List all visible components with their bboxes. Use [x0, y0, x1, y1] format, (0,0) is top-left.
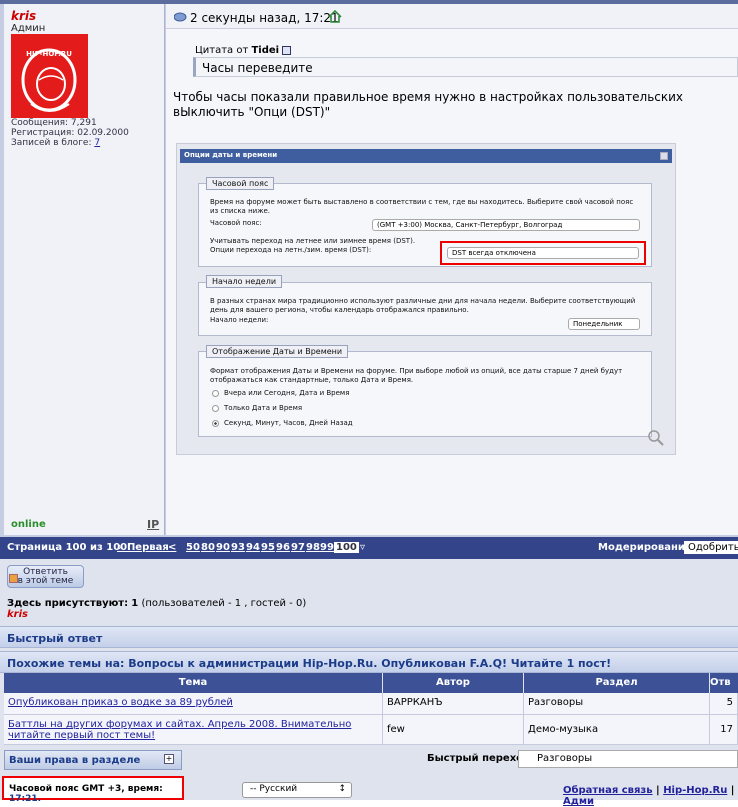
radio-1	[212, 390, 219, 397]
quick-nav-label: Быстрый переход	[427, 753, 532, 764]
present-users: Здесь присутствуют: 1 (пользователей - 1…	[7, 598, 307, 609]
page-link-93[interactable]: 93	[231, 542, 245, 553]
dst-select: DST всегда отключена	[447, 247, 639, 259]
page-link-98[interactable]: 98	[306, 542, 320, 553]
online-status: online	[11, 519, 46, 530]
screenshot-title: Опции даты и времени	[180, 149, 672, 163]
row-replies: 5	[710, 693, 738, 715]
avatar-logo-text: HIP-HOP.RU	[26, 50, 72, 58]
week-select: Понедельник	[568, 318, 640, 330]
user-stat-blog: Записей в блоге: 7	[11, 138, 101, 148]
user-role: Админ	[11, 23, 46, 34]
reply-button[interactable]: Ответить в этой теме	[7, 565, 84, 588]
dst-desc: Учитывать переход на летнее или зимнее в…	[210, 237, 416, 245]
quick-reply-header[interactable]: Быстрый ответ	[0, 626, 738, 648]
col-replies: Отв	[710, 673, 738, 693]
row-section: Разговоры	[524, 693, 710, 715]
radio-label-2: Только Дата и Время	[224, 404, 303, 412]
radio-3-selected	[212, 420, 219, 427]
pagination-bar: Страница 100 из 100: « Первая < 50 80 90…	[0, 537, 738, 559]
thread-link[interactable]: Баттлы на других форумах и сайтах. Апрел…	[8, 719, 351, 741]
language-select[interactable]: -- Русский ↕	[242, 782, 352, 798]
dst-label: Опции перехода на летн./зим. время (DST)…	[210, 246, 372, 254]
timezone-legend: Часовой пояс	[206, 177, 275, 190]
week-legend: Начало недели	[206, 275, 283, 288]
quote-box: Часы переведите	[193, 57, 738, 77]
thread-link[interactable]: Опубликован приказ о водке за 89 рублей	[8, 697, 233, 708]
page-link-96[interactable]: 96	[276, 542, 290, 553]
moderation-select[interactable]: Одобрить	[684, 541, 738, 554]
page-menu-icon[interactable]: ▿	[360, 542, 365, 553]
feedback-link[interactable]: Обратная связь	[563, 785, 653, 796]
page-link-95[interactable]: 95	[261, 542, 275, 553]
week-desc: В разных странах мира традиционно исполь…	[210, 297, 636, 314]
avatar[interactable]: HIP-HOP.RU	[11, 34, 88, 118]
page-link-50[interactable]: 50	[186, 542, 200, 553]
page-info: Страница 100 из 100:	[7, 542, 132, 553]
view-post-icon[interactable]	[282, 45, 292, 55]
timezone-desc: Время на форуме может быть выставлено в …	[210, 198, 634, 215]
post-time: 2 секунды назад, 17:21	[190, 11, 339, 25]
timezone-select: (GMT +3:00) Москва, Санкт-Петербург, Вол…	[372, 219, 640, 231]
display-desc: Формат отображения Даты и Времени на фор…	[210, 367, 623, 384]
present-user-kris[interactable]: kris	[7, 609, 28, 620]
row-replies: 17	[710, 715, 738, 745]
page-link-90[interactable]: 90	[216, 542, 230, 553]
radio-label-3: Секунд, Минут, Часов, Дней Назад	[224, 419, 353, 427]
site-link[interactable]: Hip-Hop.Ru	[663, 785, 727, 796]
row-author: few	[383, 715, 524, 745]
user-stat-registered: Регистрация: 02.09.2000	[11, 128, 129, 138]
zoom-icon	[648, 430, 664, 449]
col-section: Раздел	[524, 673, 709, 693]
admin-link[interactable]: Адми	[563, 796, 594, 807]
row-section: Демо-музыка	[524, 715, 710, 745]
select-arrows-icon: ↕	[338, 784, 346, 794]
user-stat-posts: Сообщения: 7,291	[11, 118, 97, 128]
radio-label-1: Вчера или Сегодня, Дата и Время	[224, 389, 350, 397]
footer-links: Обратная связь | Hip-Hop.Ru | Адми	[563, 785, 735, 807]
similar-threads-header: Похожие темы на: Вопросы к администрации…	[0, 651, 738, 673]
display-legend: Отображение Даты и Времени	[206, 345, 349, 358]
row-author: ВАРРКАНЪ	[383, 693, 524, 715]
moderation-label: Модерирование:	[598, 542, 696, 553]
radio-2	[212, 405, 219, 412]
first-page-link[interactable]: « Первая	[117, 542, 169, 553]
table-row: Опубликован приказ о водке за 89 рублей	[4, 693, 383, 715]
timezone-label: Часовой пояс:	[210, 219, 262, 227]
page-link-80[interactable]: 80	[201, 542, 215, 553]
blog-count-link[interactable]: 7	[94, 138, 100, 148]
col-author: Автор	[383, 673, 523, 693]
quick-nav-select[interactable]: Разговоры	[518, 750, 738, 768]
forum-rights-toggle[interactable]: Ваши права в разделе	[4, 750, 182, 770]
page-link-99[interactable]: 99	[320, 542, 334, 553]
quote-header: Цитата от Tidei	[195, 45, 292, 56]
ip-button[interactable]: IP	[147, 518, 159, 531]
page-link-94[interactable]: 94	[246, 542, 260, 553]
page-link-97[interactable]: 97	[291, 542, 305, 553]
expand-icon[interactable]: +	[164, 754, 174, 764]
post-text: Чтобы часы показали правильное время нуж…	[173, 90, 684, 119]
collapse-icon	[660, 152, 668, 160]
week-label: Начало недели:	[210, 316, 269, 324]
username-link[interactable]: kris	[11, 9, 36, 23]
prev-page-link[interactable]: <	[168, 542, 176, 553]
timezone-footer: Часовой пояс GMT +3, время: 17:21.	[2, 776, 184, 804]
post-icon	[173, 12, 187, 25]
col-topic: Тема	[4, 673, 382, 693]
current-page: 100	[334, 542, 359, 553]
table-row: Баттлы на других форумах и сайтах. Апрел…	[4, 715, 383, 745]
home-icon[interactable]	[328, 9, 342, 26]
reply-icon	[9, 574, 18, 583]
